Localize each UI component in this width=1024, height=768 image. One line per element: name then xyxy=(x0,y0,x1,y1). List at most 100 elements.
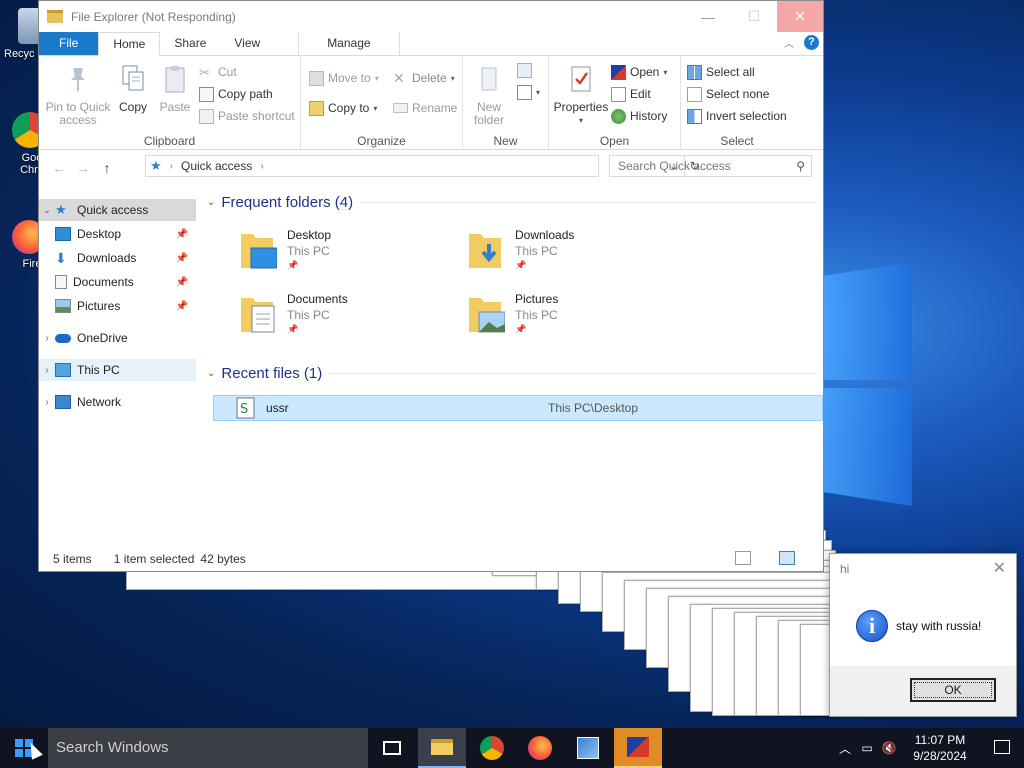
taskbar-search-placeholder: Search Windows xyxy=(56,739,169,756)
taskbar-firefox[interactable] xyxy=(516,728,564,768)
button-label: Copy to xyxy=(328,101,370,115)
cloud-icon xyxy=(55,333,71,343)
edit-button[interactable]: Edit xyxy=(611,84,651,104)
nav-item-downloads[interactable]: ⬇ Downloads 📌 xyxy=(39,247,196,269)
copy-button[interactable]: Copy xyxy=(115,64,151,114)
button-label: Rename xyxy=(412,101,458,115)
nav-item-quick-access[interactable]: ⌄ ★ Quick access xyxy=(39,199,196,221)
pin-icon[interactable]: 📌 xyxy=(176,277,188,288)
button-label: Move to xyxy=(328,71,371,85)
close-icon[interactable]: ✕ xyxy=(993,558,1006,578)
move-to-button[interactable]: Move to ▾ xyxy=(309,68,379,88)
chevron-right-icon[interactable]: › xyxy=(39,397,55,408)
group-label: Organize xyxy=(357,134,406,148)
open-button[interactable]: Open ▾ xyxy=(611,62,667,82)
details-view-icon[interactable] xyxy=(735,551,751,565)
documents-folder-icon xyxy=(241,298,275,333)
history-button[interactable]: History xyxy=(611,106,667,126)
nav-item-desktop[interactable]: Desktop 📌 xyxy=(39,223,196,245)
chevron-right-icon[interactable]: › xyxy=(39,333,55,344)
network-tool-icon xyxy=(577,737,599,759)
properties-button[interactable]: Properties ▾ xyxy=(553,64,609,127)
volume-muted-icon[interactable]: 🔇 xyxy=(878,741,900,755)
easy-access-button[interactable]: ▾ xyxy=(517,82,540,102)
status-item-count: 5 items xyxy=(53,552,92,566)
pin-icon[interactable]: 📌 xyxy=(176,253,188,264)
paste-button[interactable]: Paste xyxy=(155,64,195,114)
nav-item-documents[interactable]: Documents 📌 xyxy=(39,271,196,293)
taskbar-app-script-host[interactable] xyxy=(614,728,662,768)
tab-manage[interactable]: Manage xyxy=(298,32,400,55)
chevron-down-icon[interactable]: ⌄ xyxy=(207,197,215,208)
notification-center-button[interactable] xyxy=(980,739,1024,757)
frequent-folders-header[interactable]: ⌄ Frequent folders (4) xyxy=(207,194,817,211)
rename-button[interactable]: Rename xyxy=(393,98,457,118)
clock[interactable]: 11:07 PM 9/28/2024 xyxy=(900,732,980,764)
chevron-up-icon[interactable]: ︿ xyxy=(834,740,856,757)
tab-share[interactable]: Share xyxy=(160,32,220,55)
network-status-icon[interactable]: ▭ xyxy=(856,741,878,755)
chevron-right-icon[interactable]: › xyxy=(39,365,55,376)
start-button[interactable] xyxy=(0,728,48,768)
help-icon[interactable]: ? xyxy=(804,35,819,50)
forward-arrow-icon[interactable]: → xyxy=(71,160,95,176)
invert-selection-button[interactable]: Invert selection xyxy=(687,106,787,126)
divider xyxy=(330,373,817,374)
new-item-button[interactable] xyxy=(517,60,532,80)
taskbar-chrome[interactable] xyxy=(468,728,516,768)
chevron-up-icon[interactable]: ︿ xyxy=(784,35,794,50)
pin-icon[interactable]: 📌 xyxy=(176,229,188,240)
taskbar-app-network-tool[interactable] xyxy=(564,728,612,768)
chevron-down-icon[interactable]: ⌄ xyxy=(39,205,55,216)
maximize-button[interactable]: ☐ xyxy=(731,1,777,32)
status-selected: 1 item selected xyxy=(113,552,195,566)
wallpaper-pane xyxy=(822,388,912,506)
folder-tile-downloads[interactable]: Downloads This PC 📌 xyxy=(431,226,651,282)
button-label: Cut xyxy=(218,65,237,79)
select-all-button[interactable]: Select all xyxy=(687,62,755,82)
copy-path-button[interactable]: Copy path xyxy=(199,84,273,104)
ok-button[interactable]: OK xyxy=(910,678,996,702)
recent-file-row[interactable]: S ussr This PC\Desktop xyxy=(213,395,823,421)
title-bar[interactable]: File Explorer (Not Responding) — ☐ ✕ xyxy=(39,1,823,32)
task-view-button[interactable] xyxy=(368,728,416,768)
large-icons-view-icon[interactable] xyxy=(779,551,795,565)
folder-tile-desktop[interactable]: Desktop This PC 📌 xyxy=(203,226,423,282)
cut-button[interactable]: ✂ Cut xyxy=(199,62,237,82)
new-folder-button[interactable]: New folder xyxy=(469,64,509,127)
search-input[interactable]: Search Quick access ⚲ xyxy=(609,155,812,177)
nav-item-this-pc[interactable]: › This PC xyxy=(39,359,196,381)
taskbar-file-explorer[interactable] xyxy=(418,728,466,768)
download-arrow-icon: ⬇ xyxy=(55,250,67,266)
pin-quick-access-button[interactable]: Pin to Quick access xyxy=(45,64,111,127)
back-arrow-icon[interactable]: ← xyxy=(47,160,71,176)
tab-home[interactable]: Home xyxy=(98,32,161,56)
window-title: File Explorer (Not Responding) xyxy=(71,9,236,24)
chevron-down-icon[interactable]: ⌄ xyxy=(207,368,215,379)
chevron-right-icon[interactable]: › xyxy=(260,161,263,172)
up-arrow-icon[interactable]: ↑ xyxy=(95,160,119,176)
folder-tile-pictures[interactable]: Pictures This PC 📌 xyxy=(431,290,651,346)
message-text: stay with russia! xyxy=(896,619,982,633)
desktop-icon xyxy=(55,227,71,241)
message-box-title: hi xyxy=(840,562,850,576)
minimize-button[interactable]: — xyxy=(685,1,731,32)
delete-button[interactable]: ✕ Delete ▾ xyxy=(393,68,455,88)
nav-item-onedrive[interactable]: › OneDrive xyxy=(39,327,196,349)
recent-files-header[interactable]: ⌄ Recent files (1) xyxy=(207,365,817,382)
folder-tile-documents[interactable]: Documents This PC 📌 xyxy=(203,290,423,346)
ribbon-group-new: New folder ▾ New xyxy=(463,56,549,150)
tab-file[interactable]: File xyxy=(39,32,99,55)
copy-icon xyxy=(122,65,144,91)
taskbar-search-input[interactable]: Search Windows xyxy=(48,728,368,768)
nav-item-network[interactable]: › Network xyxy=(39,391,196,413)
copy-to-button[interactable]: Copy to ▾ xyxy=(309,98,377,118)
paste-shortcut-button[interactable]: Paste shortcut xyxy=(199,106,295,126)
close-button[interactable]: ✕ xyxy=(777,1,823,32)
nav-item-pictures[interactable]: Pictures 📌 xyxy=(39,295,196,317)
tab-view[interactable]: View xyxy=(220,32,274,55)
pin-icon[interactable]: 📌 xyxy=(176,301,188,312)
address-bar[interactable]: ★ › Quick access › ⌄ ↻ xyxy=(145,155,700,177)
copy-path-icon xyxy=(199,86,214,102)
select-none-button[interactable]: Select none xyxy=(687,84,769,104)
